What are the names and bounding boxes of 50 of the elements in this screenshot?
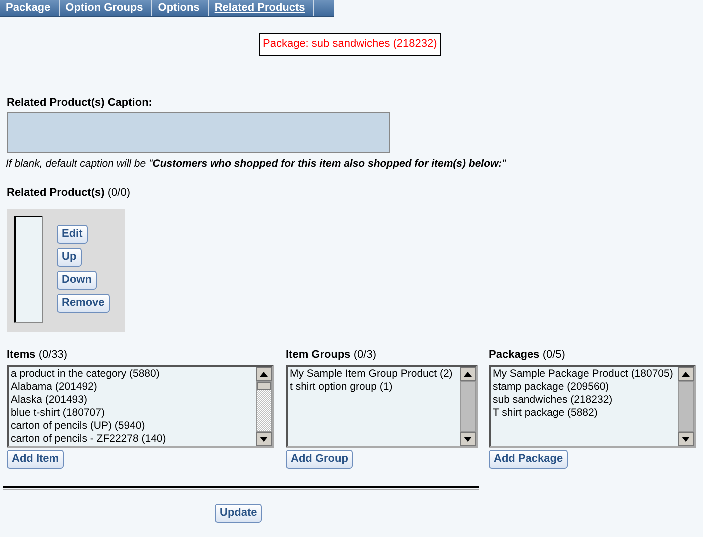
list-box[interactable]: a product in the category (5880) Alabama (201492) Alaska (201493) blue t-shirt (180707) carton of pencils (UP) (5940) carton of pencils - ZF22278 (140) <box>7 365 274 448</box>
scrollbar[interactable] <box>460 367 476 446</box>
add-button[interactable]: Add Item <box>7 450 64 469</box>
list-option[interactable]: stamp package (209560) <box>493 381 676 394</box>
list-option[interactable]: blue t-shirt (180707) <box>11 407 254 420</box>
list-count: (0/3) <box>354 349 376 361</box>
up-arrow-icon <box>682 372 690 376</box>
up-arrow-icon <box>464 372 472 376</box>
add-button[interactable]: Add Group <box>286 450 354 469</box>
list-option[interactable]: Alaska (201493) <box>11 394 254 407</box>
caption-hint: If blank, default caption will be "Customers who shopped for this item also shopped for item(s) below:" <box>6 158 508 170</box>
down-arrow-icon <box>260 436 268 442</box>
list-box[interactable]: My Sample Package Product (180705) stamp package (209560) sub sandwiches (218232) T shirt package (5882) <box>489 365 696 448</box>
related-count: (0/0) <box>108 187 130 199</box>
list-option[interactable]: carton of pencils (UP) (5940) <box>11 420 254 433</box>
list-action-button[interactable]: Down <box>57 271 97 290</box>
list-label: Packages <box>489 349 540 361</box>
list-action-button[interactable]: Up <box>57 248 82 267</box>
list-option[interactable]: t shirt option group (1) <box>290 381 458 394</box>
down-arrow-icon <box>682 436 690 442</box>
scrollbar[interactable] <box>256 367 272 446</box>
list-action-button[interactable]: Remove <box>57 294 110 313</box>
down-arrow-icon <box>464 436 472 442</box>
tab[interactable]: Options <box>152 0 209 16</box>
list-action-button[interactable]: Edit <box>57 225 88 244</box>
list-option[interactable]: a product in the category (5880) <box>11 368 254 381</box>
tab[interactable]: Package <box>0 0 60 16</box>
list-option[interactable]: T shirt package (5882) <box>493 407 676 420</box>
list-option[interactable]: My Sample Package Product (180705) <box>493 368 676 381</box>
related-list[interactable] <box>14 216 43 323</box>
list-option[interactable]: My Sample Item Group Product (2) <box>290 368 458 381</box>
scroll-thumb[interactable] <box>257 382 271 390</box>
caption-label: Related Product(s) Caption: <box>7 97 154 109</box>
list-option[interactable]: Alabama (201492) <box>11 381 254 394</box>
list-label: Items <box>7 349 36 361</box>
related-label: Related Product(s) <box>7 187 105 199</box>
up-arrow-icon <box>260 372 268 376</box>
tab[interactable]: Related Products <box>208 0 314 16</box>
list-count: (0/5) <box>542 349 566 361</box>
package-label: Package: sub sandwiches (218232) <box>259 33 442 56</box>
add-button[interactable]: Add Package <box>489 450 568 469</box>
tab[interactable]: Option Groups <box>60 0 152 16</box>
scrollbar[interactable] <box>678 367 694 446</box>
list-option[interactable]: sub sandwiches (218232) <box>493 394 676 407</box>
list-label: Item Groups <box>286 349 351 361</box>
update-button[interactable]: Update <box>215 504 262 523</box>
list-count: (0/33) <box>38 349 68 361</box>
list-option[interactable]: carton of pencils - ZF22278 (140) <box>11 433 254 446</box>
list-box[interactable]: My Sample Item Group Product (2) t shirt option group (1) <box>286 365 478 448</box>
caption-field[interactable] <box>7 112 390 153</box>
